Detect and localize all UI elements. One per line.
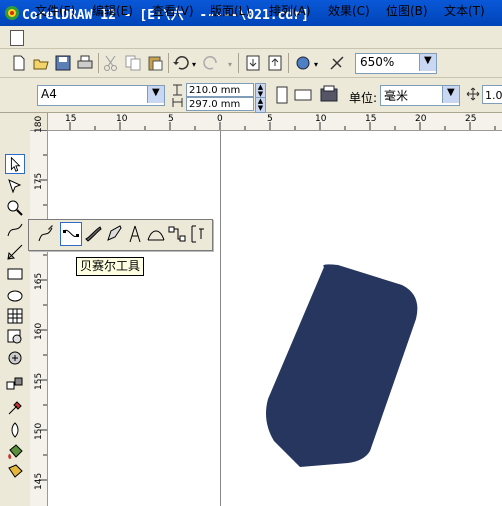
page-layout-icon[interactable]	[318, 84, 340, 106]
export-icon[interactable]	[266, 54, 284, 72]
smart-fill-icon[interactable]	[5, 242, 25, 262]
pen-icon[interactable]	[104, 223, 124, 245]
drawing-layer	[266, 264, 418, 467]
app-launcher-icon[interactable]	[294, 54, 312, 72]
artistic-media-icon[interactable]	[83, 223, 103, 245]
redo-dropdown-icon[interactable]: ▾	[228, 60, 232, 69]
graph-paper-tool-icon[interactable]	[5, 306, 25, 326]
bezier-icon[interactable]	[61, 223, 81, 245]
redo-icon[interactable]	[202, 54, 220, 72]
new-icon[interactable]	[10, 54, 28, 72]
menu-arrange[interactable]: 排列(A)	[269, 3, 311, 19]
interactive-fill-icon[interactable]	[5, 462, 25, 482]
3point-curve-icon[interactable]	[146, 223, 166, 245]
nudge-distance-field[interactable]: 1.0	[482, 85, 502, 104]
rectangle-tool-icon[interactable]	[5, 264, 25, 284]
horizontal-ruler-ticks	[69, 122, 496, 130]
paper-width-field[interactable]: 210.0 mm	[186, 83, 254, 97]
paper-dimensions-icon	[172, 84, 183, 107]
chevron-down-icon: ▼	[424, 55, 432, 66]
nudge-icon	[466, 87, 480, 101]
zoom-tool-icon[interactable]	[5, 198, 25, 218]
menu-edit[interactable]: 编辑(E)	[92, 3, 133, 19]
print-icon[interactable]	[76, 54, 94, 72]
tooltip: 贝赛尔工具	[76, 257, 145, 276]
ellipse-tool-icon[interactable]	[5, 286, 25, 306]
launcher-dropdown-icon[interactable]: ▾	[314, 60, 318, 69]
menu-bar	[0, 26, 502, 49]
fill-tool-icon[interactable]	[5, 442, 25, 462]
coreldraw-logo-icon	[5, 6, 19, 20]
menu-view[interactable]: 查看(V)	[152, 3, 194, 19]
units-label: 单位:	[349, 91, 378, 105]
toolbar-separator	[238, 53, 239, 73]
save-icon[interactable]	[54, 54, 72, 72]
pick-tool-icon[interactable]	[5, 154, 25, 174]
paper-size-dropdown-button[interactable]: ▼	[147, 86, 164, 103]
paper-size-value: A4	[41, 87, 57, 101]
open-icon[interactable]	[32, 54, 50, 72]
menu-text[interactable]: 文本(T)	[444, 3, 485, 19]
menu-file[interactable]: 文件(F)	[35, 3, 75, 19]
import-icon[interactable]	[244, 54, 262, 72]
menu-bitmaps[interactable]: 位图(B)	[386, 3, 428, 19]
menu-layout[interactable]: 版面(L)	[210, 3, 250, 19]
curve-tool-icon[interactable]	[5, 220, 25, 240]
toolbar-separator	[168, 53, 169, 73]
chevron-down-icon: ▼	[447, 87, 455, 98]
zoom-dropdown-button[interactable]: ▼	[419, 54, 436, 71]
interactive-connector-icon[interactable]	[167, 223, 187, 245]
basic-shapes-icon[interactable]	[5, 327, 25, 347]
units-dropdown-button[interactable]: ▼	[442, 86, 459, 103]
toolbar-separator	[98, 53, 99, 73]
paste-icon[interactable]	[146, 54, 164, 72]
paper-height-field[interactable]: 297.0 mm	[186, 97, 254, 111]
bezier-shape	[266, 264, 418, 467]
vertical-ruler-ticks	[39, 130, 47, 481]
text-tool-icon[interactable]	[5, 348, 25, 368]
dimension-icon[interactable]	[188, 223, 208, 245]
units-value: 毫米	[384, 89, 409, 103]
menu-effects[interactable]: 效果(C)	[328, 3, 370, 19]
freehand-icon[interactable]	[36, 223, 56, 245]
interactive-blend-icon[interactable]	[5, 374, 25, 394]
shape-tool-icon[interactable]	[5, 176, 25, 196]
zoom-level-value: 650%	[360, 55, 395, 69]
eyedropper-tool-icon[interactable]	[5, 398, 25, 418]
undo-icon[interactable]	[172, 54, 190, 72]
polyline-icon[interactable]	[125, 223, 145, 245]
toolbar-separator	[288, 53, 289, 73]
portrait-icon[interactable]	[274, 86, 290, 104]
chevron-down-icon: ▼	[152, 87, 160, 98]
copy-icon[interactable]	[124, 54, 142, 72]
undo-dropdown-icon[interactable]: ▾	[192, 60, 196, 69]
height-spinner[interactable]: ▲ ▼	[255, 97, 266, 113]
landscape-icon[interactable]	[294, 86, 312, 104]
document-icon[interactable]	[10, 30, 24, 46]
cut-icon[interactable]	[102, 54, 120, 72]
outline-tool-icon[interactable]	[5, 420, 25, 440]
corel-online-icon[interactable]	[328, 54, 346, 72]
